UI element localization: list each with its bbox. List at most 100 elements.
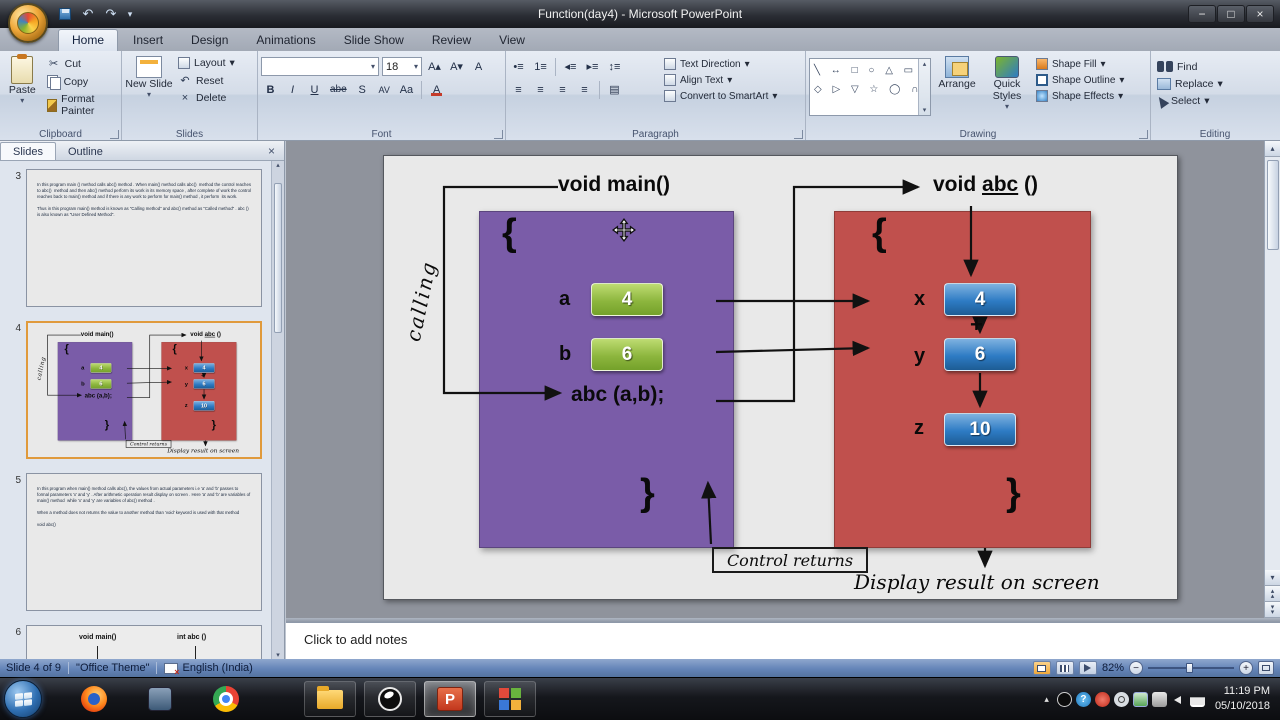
slide-thumbnail-5[interactable]: 5 In this program when main() method cal… (4, 473, 271, 611)
font-color-button[interactable]: A (427, 80, 446, 99)
change-case-button[interactable]: Aa (397, 80, 416, 99)
var-x-label[interactable]: x (914, 288, 925, 311)
volume-tray-icon[interactable] (1171, 692, 1186, 707)
var-y-label[interactable]: y (185, 381, 188, 388)
network-tray-icon[interactable] (1189, 691, 1205, 707)
var-b-value-box[interactable]: 6 (90, 379, 112, 389)
explorer-taskbar-button[interactable] (304, 681, 356, 717)
shapes-gallery[interactable]: ╲ ↔ □ ○ △ ▭ ◇ ▷ ▽ ☆ ◯ ∩ ▴ ▾ (809, 58, 931, 116)
drawing-dialog-launcher[interactable] (1139, 130, 1148, 139)
text-direction-button[interactable]: Text Direction ▾ (661, 57, 780, 71)
tab-outline[interactable]: Outline (56, 143, 115, 160)
maximize-button[interactable]: □ (1217, 5, 1245, 23)
void-abc-title[interactable]: void abc () (933, 173, 1038, 197)
qat-customize-button[interactable]: ▾ (125, 5, 135, 23)
arrange-button[interactable]: Arrange (933, 54, 981, 126)
start-button[interactable] (4, 680, 42, 718)
tab-home[interactable]: Home (58, 29, 119, 51)
language-indicator[interactable]: English (India) (182, 662, 252, 674)
void-abc-title[interactable]: void abc () (190, 331, 221, 338)
scroll-down-icon[interactable]: ▾ (923, 106, 927, 114)
numbering-button[interactable]: 1≡ (531, 57, 550, 76)
panel-scrollbar-thumb[interactable] (274, 183, 282, 333)
font-dialog-launcher[interactable] (494, 130, 503, 139)
spellcheck-icon[interactable] (164, 662, 179, 677)
control-returns-label[interactable]: Control returns (125, 440, 172, 448)
fit-slide-to-window-button[interactable] (1258, 661, 1274, 675)
save-button[interactable] (56, 5, 74, 23)
tab-insert[interactable]: Insert (120, 30, 176, 51)
var-y-value-box[interactable]: 6 (944, 338, 1016, 371)
security-tray-icon[interactable] (1094, 691, 1110, 707)
cut-button[interactable]: ✂ Cut (44, 56, 118, 71)
abc-method-rectangle[interactable] (834, 211, 1091, 548)
slide-thumbnail-4[interactable]: 4 void main() void abc () calling {} {… (4, 321, 271, 459)
media-taskbar-button[interactable] (484, 681, 536, 717)
slide-canvas[interactable]: void main() void abc () calling { } { } … (383, 155, 1178, 600)
copy-button[interactable]: Copy (44, 74, 118, 90)
grow-font-button[interactable]: A▴ (425, 57, 444, 76)
shape-effects-button[interactable]: Shape Effects ▾ (1033, 89, 1127, 103)
tab-slide-show[interactable]: Slide Show (331, 30, 417, 51)
bold-button[interactable]: B (261, 80, 280, 99)
layout-button[interactable]: Layout ▾ (175, 56, 238, 70)
abc-call-statement[interactable]: abc (a,b); (85, 392, 112, 399)
zoom-slider[interactable] (1148, 661, 1234, 675)
scroll-down-icon[interactable]: ▾ (276, 651, 280, 659)
app-taskbar-icon[interactable] (140, 680, 180, 718)
replace-button[interactable]: Replace ▾ (1154, 77, 1276, 91)
scroll-up-icon[interactable]: ▴ (276, 161, 280, 169)
quick-styles-button[interactable]: Quick Styles ▾ (983, 54, 1031, 126)
firefox-taskbar-icon[interactable] (74, 680, 114, 718)
text-shadow-button[interactable]: S (353, 80, 372, 99)
close-button[interactable]: × (1246, 5, 1274, 23)
control-returns-label[interactable]: Control returns (712, 547, 868, 573)
tab-design[interactable]: Design (178, 30, 241, 51)
help-tray-icon[interactable]: ? (1075, 691, 1091, 707)
delete-button[interactable]: × Delete (175, 91, 238, 105)
slide-thumbnail-6[interactable]: 6 void main() int abc () (4, 625, 271, 659)
system-clock[interactable]: 11:19 PM 05/10/2018 (1209, 684, 1270, 714)
var-y-label[interactable]: y (914, 345, 925, 368)
slide-thumbnail-3[interactable]: 3 In this program main () method calls a… (4, 169, 271, 307)
var-y-value-box[interactable]: 6 (193, 379, 215, 389)
next-slide-button[interactable]: ▾ ▾ (1264, 602, 1280, 618)
character-spacing-button[interactable]: AV (375, 80, 394, 99)
redo-button[interactable]: ↷ (102, 5, 120, 23)
zoom-slider-thumb[interactable] (1186, 663, 1193, 673)
workspace-scrollbar[interactable]: ▴ ▾ ▴ ▴ ▾ ▾ (1264, 141, 1280, 618)
thumbnail-image[interactable]: In this program when main() method calls… (26, 473, 262, 611)
obs-taskbar-button[interactable] (364, 681, 416, 717)
line-spacing-button[interactable]: ↕≡ (605, 57, 624, 76)
tray-expand-button[interactable]: ▴ (1040, 694, 1053, 705)
search-tray-icon[interactable] (1113, 691, 1129, 707)
tab-animations[interactable]: Animations (243, 30, 328, 51)
var-z-value-box[interactable]: 10 (944, 413, 1016, 446)
void-main-title[interactable]: void main() (81, 331, 114, 338)
display-result-label[interactable]: Display result on screen (854, 570, 1100, 594)
select-button[interactable]: Select ▾ (1154, 93, 1276, 109)
main-method-rectangle[interactable] (57, 342, 133, 441)
align-center-button[interactable]: ≡ (531, 80, 550, 99)
var-b-label[interactable]: b (81, 381, 85, 388)
normal-view-button[interactable] (1032, 661, 1051, 675)
battery-tray-icon[interactable] (1132, 691, 1148, 707)
minimize-button[interactable]: − (1188, 5, 1216, 23)
abc-method-rectangle[interactable] (161, 342, 237, 441)
paragraph-dialog-launcher[interactable] (794, 130, 803, 139)
thumbnail-image[interactable]: In this program main () method calls abc… (26, 169, 262, 307)
obs-tray-icon[interactable] (1056, 691, 1072, 707)
scrollbar-thumb[interactable] (1266, 160, 1279, 250)
scroll-down-button[interactable]: ▾ (1264, 570, 1280, 586)
var-a-value-box[interactable]: 4 (90, 363, 112, 373)
panel-scrollbar[interactable]: ▴ ▾ (271, 161, 284, 659)
decrease-indent-button[interactable]: ◂≡ (561, 57, 580, 76)
thumbnail-image[interactable]: void main() void abc () calling { } { } … (26, 321, 262, 459)
var-z-label[interactable]: z (914, 417, 924, 440)
slideshow-view-button[interactable] (1078, 661, 1097, 675)
underline-button[interactable]: U (305, 80, 324, 99)
previous-slide-button[interactable]: ▴ ▴ (1264, 586, 1280, 602)
void-main-title[interactable]: void main() (558, 173, 670, 197)
var-x-label[interactable]: x (185, 365, 188, 372)
var-a-value-box[interactable]: 4 (591, 283, 663, 316)
